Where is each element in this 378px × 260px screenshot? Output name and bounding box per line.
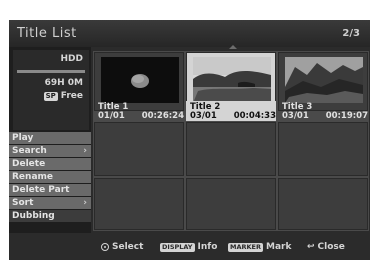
menu-item-delete[interactable]: Delete <box>9 158 91 170</box>
select-hint[interactable]: Select <box>101 242 143 252</box>
title-3-info: Title 3 03/01 00:19:07 <box>278 101 368 121</box>
moon-thumbnail <box>101 57 179 103</box>
free-label: Free <box>60 91 83 101</box>
title-1-info: Title 1 01/01 00:26:24 <box>94 101 184 121</box>
title-1-duration: 00:26:24 <box>141 111 184 121</box>
mark-hint[interactable]: MARKER Mark <box>228 242 291 252</box>
coast-landscape-thumbnail <box>193 57 271 103</box>
menu-item-search[interactable]: Search › <box>9 145 91 157</box>
title-2-duration: 00:04:33 <box>233 111 276 121</box>
title-2-info: Title 2 03/01 00:04:33 <box>186 101 276 121</box>
title-bar: Title List 2/3 <box>9 20 370 47</box>
title-1-date: 01/01 <box>98 111 125 121</box>
page-title: Title List <box>17 26 77 41</box>
menu-item-rename[interactable]: Rename <box>9 171 91 183</box>
menu-item-delete-part[interactable]: Delete Part <box>9 184 91 196</box>
left-panel: HDD 69H 0M SP Free Play Search › Delete <box>9 47 91 233</box>
empty-slot <box>278 178 368 230</box>
close-label: Close <box>317 242 345 252</box>
empty-slot <box>186 178 276 230</box>
circle-enter-icon <box>101 243 109 251</box>
title-list-screen: Title List 2/3 HDD 69H 0M SP Free Play S… <box>9 20 370 260</box>
page-indicator: 2/3 <box>342 28 360 39</box>
footer-hints: Select DISPLAY Info MARKER Mark ↩ Close <box>9 233 370 260</box>
menu-item-sort[interactable]: Sort › <box>9 197 91 209</box>
menu-item-label: Delete <box>12 159 46 169</box>
menu-item-play[interactable]: Play <box>9 132 91 144</box>
menu-item-label: Sort <box>12 198 34 208</box>
select-label: Select <box>112 242 144 252</box>
free-indicator: SP Free <box>43 91 83 101</box>
title-info-row: Title 1 01/01 00:26:24 Title 2 03/01 00:… <box>93 101 369 121</box>
menu-item-label: Play <box>12 133 34 143</box>
source-info: HDD 69H 0M SP Free <box>13 50 89 130</box>
close-hint[interactable]: ↩ Close <box>307 242 345 252</box>
menu-item-dubbing[interactable]: Dubbing <box>9 210 91 222</box>
display-key: DISPLAY <box>160 242 195 252</box>
info-hint[interactable]: DISPLAY Info <box>160 242 217 252</box>
empty-slot <box>278 122 368 176</box>
info-label: Info <box>197 242 218 252</box>
empty-slot <box>94 178 184 230</box>
title-3-date: 03/01 <box>282 111 309 121</box>
menu-item-label: Dubbing <box>12 211 55 221</box>
source-label: HDD <box>60 54 83 64</box>
frame: Title List 2/3 HDD 69H 0M SP Free Play S… <box>0 0 378 260</box>
menu-item-label: Rename <box>12 172 53 182</box>
title-3-duration: 00:19:07 <box>325 111 368 121</box>
title-2-date: 03/01 <box>190 111 217 121</box>
title-2-meta: 03/01 00:04:33 <box>190 111 276 121</box>
usage-bar <box>17 70 85 73</box>
title-grid: Title 1 01/01 00:26:24 Title 2 03/01 00:… <box>93 45 369 237</box>
title-1-meta: 01/01 00:26:24 <box>98 111 184 121</box>
mountain-landscape-thumbnail <box>285 57 363 103</box>
scroll-up-icon[interactable] <box>229 45 237 49</box>
mark-label: Mark <box>266 242 292 252</box>
menu-item-label: Delete Part <box>12 185 70 195</box>
option-menu: Play Search › Delete Rename Delete Part … <box>9 132 91 223</box>
empty-slot <box>186 122 276 176</box>
mode-badge: SP <box>43 91 58 101</box>
empty-slot <box>94 122 184 176</box>
remaining-time: 69H 0M <box>44 78 83 88</box>
menu-item-label: Search <box>12 146 47 156</box>
return-icon: ↩ <box>307 242 315 252</box>
marker-key: MARKER <box>228 242 263 252</box>
title-3-meta: 03/01 00:19:07 <box>282 111 368 121</box>
chevron-right-icon: › <box>83 146 87 156</box>
chevron-right-icon: › <box>83 198 87 208</box>
